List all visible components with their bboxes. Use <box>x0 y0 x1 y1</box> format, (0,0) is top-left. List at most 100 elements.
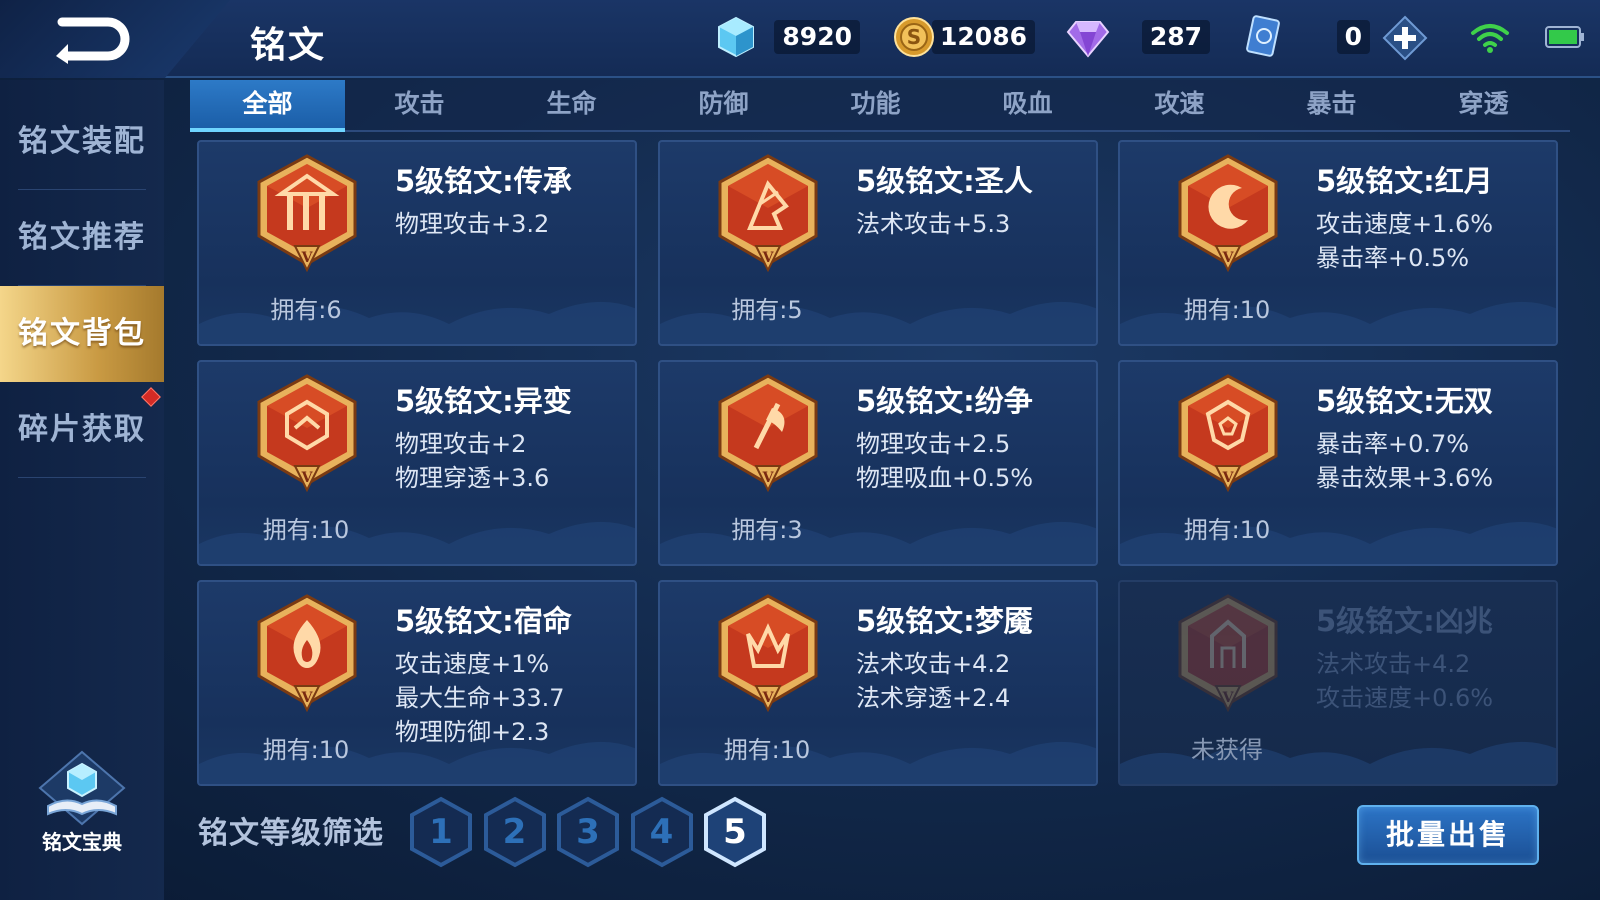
tab-all[interactable]: 全部 <box>190 80 345 132</box>
rune-stat: 法术攻击+4.2 <box>856 650 1011 678</box>
rune-owned-count: 拥有:10 <box>262 736 350 764</box>
rune-owned-count: 拥有:10 <box>1183 296 1271 324</box>
rune-card[interactable]: V 5级铭文:无双 暴击率+0.7% 暴击效果+3.6% 拥有:10 <box>1118 360 1558 566</box>
tab-lifesteal[interactable]: 吸血 <box>950 80 1105 132</box>
tab-attack-speed[interactable]: 攻速 <box>1102 80 1257 132</box>
tab-defense[interactable]: 防御 <box>646 80 801 132</box>
rune-stat: 攻击速度+1% <box>395 650 550 678</box>
sidebar-item-rune-recommend[interactable]: 铭文推荐 <box>0 190 164 286</box>
rune-stat: 最大生命+33.7 <box>395 684 565 712</box>
rune-card[interactable]: V 5级铭文:传承 物理攻击+3.2 拥有:6 <box>197 140 637 346</box>
rune-card[interactable]: V 5级铭文:梦魇 法术攻击+4.2 法术穿透+2.4 拥有:10 <box>658 580 1098 786</box>
level-number: 5 <box>723 812 747 852</box>
svg-text:V: V <box>1222 470 1235 486</box>
top-bar: 铭文 8920 S 12086 287 0 <box>0 0 1600 78</box>
rune-owned-count: 拥有:10 <box>723 736 811 764</box>
pillars-rune-icon: V <box>257 154 357 273</box>
level-filter-button[interactable]: 1 <box>408 796 474 868</box>
diamond-currency: 287 <box>1066 16 1210 58</box>
svg-text:V: V <box>762 690 775 706</box>
card-amount: 0 <box>1336 20 1370 54</box>
tab-penetration[interactable]: 穿透 <box>1406 80 1561 132</box>
back-arrow-icon <box>56 17 130 64</box>
tab-health[interactable]: 生命 <box>494 80 649 132</box>
rune-name: 5级铭文:红月 <box>1316 164 1493 198</box>
rune-emblem: V <box>1176 594 1280 714</box>
bulk-sell-button[interactable]: 批量出售 <box>1357 805 1539 865</box>
tab-attack[interactable]: 攻击 <box>342 80 497 132</box>
rune-emblem: V <box>716 154 820 274</box>
svg-text:V: V <box>1222 690 1235 706</box>
svg-text:V: V <box>762 250 775 266</box>
sidebar-item-rune-equip[interactable]: 铭文装配 <box>0 94 164 190</box>
hexagon-rune-icon: V <box>257 374 357 493</box>
card-ticket-icon <box>1246 15 1280 57</box>
tab-utility[interactable]: 功能 <box>798 80 953 132</box>
level-filter-button[interactable]: 3 <box>555 796 621 868</box>
rune-emblem: V <box>255 374 359 494</box>
rune-stat: 暴击率+0.5% <box>1316 244 1470 272</box>
rune-name: 5级铭文:宿命 <box>395 604 572 638</box>
level-number: 2 <box>502 812 527 852</box>
rune-stat: 物理攻击+3.2 <box>395 210 550 238</box>
rune-card[interactable]: V 5级铭文:宿命 攻击速度+1% 最大生命+33.7 物理防御+2.3 拥有:10 <box>197 580 637 786</box>
rune-emblem: V <box>716 594 820 714</box>
level-filter-button[interactable]: 5 <box>702 796 768 868</box>
rune-owned-count: 拥有:3 <box>731 516 803 544</box>
rune-name: 5级铭文:无双 <box>1316 384 1493 418</box>
crystal-currency: 8920 <box>716 16 860 58</box>
rune-stat: 攻击速度+1.6% <box>1316 210 1494 238</box>
coin-currency: S 12086 <box>893 16 1035 58</box>
rune-emblem: V <box>255 594 359 714</box>
rune-emblem: V <box>1176 154 1280 274</box>
crown-rune-icon: V <box>718 594 818 713</box>
tab-critical[interactable]: 暴击 <box>1254 80 1409 132</box>
rune-card[interactable]: V 5级铭文:纷争 物理攻击+2.5 物理吸血+0.5% 拥有:3 <box>658 360 1098 566</box>
svg-text:V: V <box>762 470 775 486</box>
gate-rune-icon: V <box>1178 594 1278 713</box>
level-filter-button[interactable]: 2 <box>482 796 548 868</box>
level-number: 1 <box>429 812 453 852</box>
level-filter-button[interactable]: 4 <box>629 796 695 868</box>
battery-icon <box>1545 26 1584 48</box>
add-currency-button[interactable] <box>1382 15 1428 61</box>
rune-emblem: V <box>716 374 820 494</box>
rune-stat: 物理攻击+2.5 <box>856 430 1011 458</box>
sidebar-item-rune-bag[interactable]: 铭文背包 <box>0 286 164 382</box>
rune-card[interactable]: V 5级铭文:异变 物理攻击+2 物理穿透+3.6 拥有:10 <box>197 360 637 566</box>
axe-rune-icon: V <box>718 374 818 493</box>
rune-stat: 攻击速度+0.6% <box>1316 684 1494 712</box>
diamond-icon <box>1066 21 1110 58</box>
svg-text:V: V <box>301 470 314 486</box>
plus-icon <box>1382 15 1428 61</box>
category-tabs: 全部 攻击 生命 防御 功能 吸血 攻速 暴击 穿透 <box>190 80 1570 132</box>
sidebar-item-fragment-obtain[interactable]: 碎片获取 <box>0 382 164 478</box>
page-title: 铭文 <box>250 25 327 66</box>
rune-stat: 暴击效果+3.6% <box>1316 464 1494 492</box>
rune-card[interactable]: V 5级铭文:红月攻击速度+1.6% 暴击率+0.5% 拥有:10 <box>1118 140 1558 346</box>
rune-card[interactable]: V 5级铭文:凶兆 法术攻击+4.2 攻击速度+0.6% 未获得 <box>1118 580 1558 786</box>
rune-name: 5级铭文:纷争 <box>856 384 1033 418</box>
rune-owned-count: 拥有:5 <box>731 296 803 324</box>
back-button[interactable] <box>52 14 132 64</box>
card-currency: 0 <box>1244 15 1370 58</box>
rune-owned-count: 未获得 <box>1191 736 1263 764</box>
crystal-icon <box>718 16 754 58</box>
rune-owned-count: 拥有:10 <box>262 516 350 544</box>
diamond-amount: 287 <box>1141 20 1210 54</box>
level-filter-label: 铭文等级筛选 <box>198 816 384 851</box>
crescent-moon-rune-icon: V <box>1178 154 1278 273</box>
svg-text:S: S <box>907 25 921 49</box>
rune-card[interactable]: V 5级铭文:圣人 法术攻击+5.3 拥有:5 <box>658 140 1098 346</box>
rune-name: 5级铭文:异变 <box>395 384 572 418</box>
shield-rune-icon: V <box>1178 374 1278 493</box>
level-number: 4 <box>649 812 674 852</box>
rune-emblem: V <box>255 154 359 274</box>
rune-stat: 物理穿透+3.6 <box>395 464 550 492</box>
rune-codex-button[interactable]: 铭文宝典 <box>20 748 144 868</box>
flame-rune-icon: V <box>257 594 357 713</box>
wifi-icon <box>1471 24 1509 53</box>
rune-stat: 法术攻击+4.2 <box>1316 650 1471 678</box>
codex-book-icon <box>38 750 126 826</box>
rune-stat: 法术攻击+5.3 <box>856 210 1011 238</box>
